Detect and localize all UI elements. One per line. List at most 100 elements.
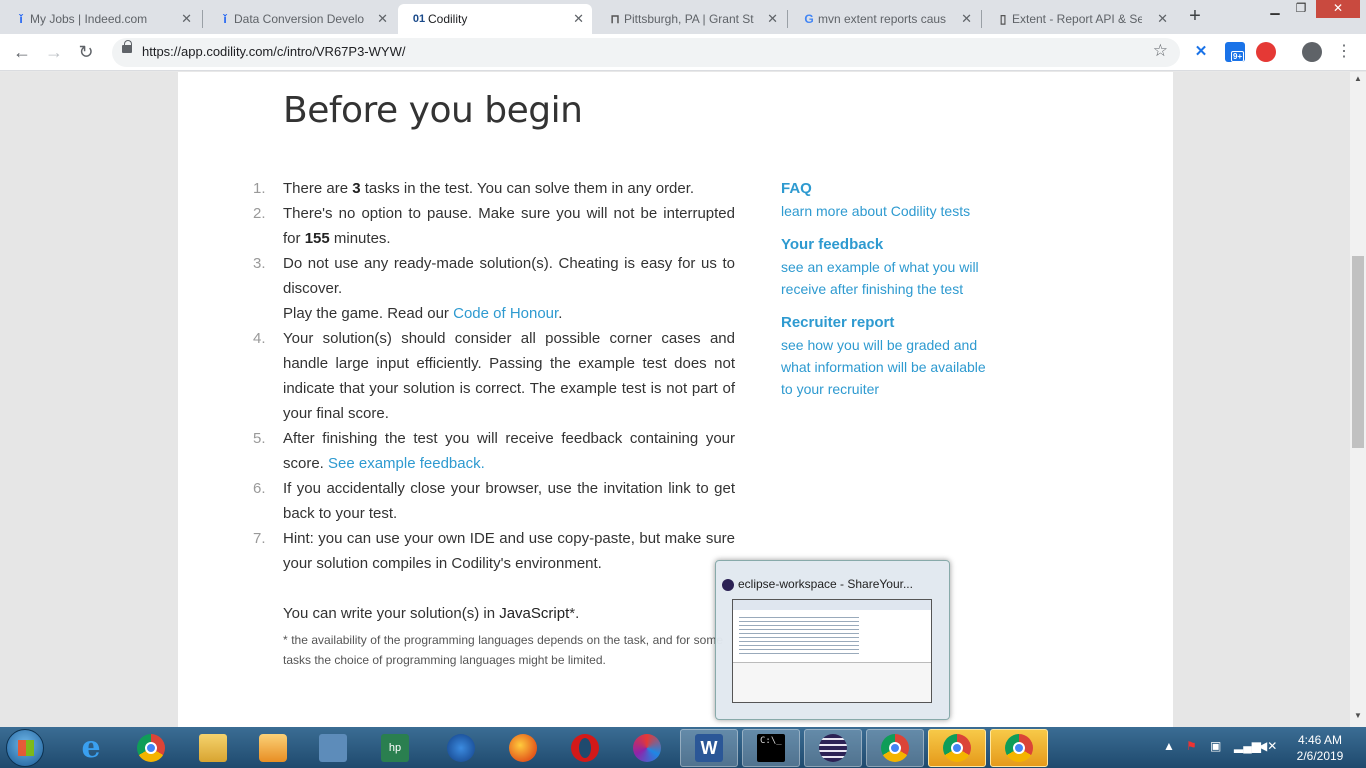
feedback-section[interactable]: Your feedback see an example of what you…: [781, 234, 996, 300]
feedback-description[interactable]: see an example of what you will receive …: [781, 256, 996, 300]
taskbar-firefox[interactable]: [494, 729, 552, 767]
indeed-icon: ǐ: [223, 12, 227, 26]
close-icon[interactable]: ✕: [181, 11, 192, 27]
scroll-down-arrow-icon[interactable]: ▼: [1350, 711, 1366, 725]
list-item: 7. Hint: you can use your own IDE and us…: [253, 530, 735, 572]
tab-data-conversion[interactable]: ǐ Data Conversion Develo ✕: [204, 4, 396, 34]
system-clock[interactable]: 4:46 AM 2/6/2019: [1284, 732, 1356, 764]
taskbar-ie[interactable]: e: [62, 729, 120, 767]
close-icon[interactable]: ✕: [767, 11, 778, 27]
chrome-icon: [943, 734, 971, 762]
tab-codility[interactable]: 01 Codility ✕: [398, 4, 592, 34]
scroll-up-arrow-icon[interactable]: ▲: [1350, 74, 1366, 88]
language-name: JavaScript: [499, 605, 570, 622]
codility-icon: 01: [412, 13, 426, 25]
page-title: Before you begin: [283, 90, 583, 131]
reload-button[interactable]: ↻: [74, 41, 98, 65]
eclipse-icon: [819, 734, 847, 762]
recruiter-report-link[interactable]: Recruiter report: [781, 312, 996, 334]
action-center-flag-icon[interactable]: ⚑: [1186, 739, 1197, 753]
command-prompt-icon: C:\_: [757, 734, 785, 762]
tab-my-jobs[interactable]: ǐ My Jobs | Indeed.com ✕: [0, 4, 200, 34]
extension-badge: 9+: [1231, 51, 1245, 62]
close-icon[interactable]: ✕: [1157, 11, 1168, 27]
app-icon: [319, 734, 347, 762]
hp-icon: hp: [381, 734, 409, 762]
extension-s-icon[interactable]: 9+: [1225, 42, 1245, 62]
recruiter-section[interactable]: Recruiter report see how you will be gra…: [781, 312, 996, 400]
scrollbar-thumb[interactable]: [1352, 256, 1364, 448]
close-icon[interactable]: ✕: [573, 11, 584, 27]
extension-red-icon[interactable]: [1256, 42, 1276, 62]
tab-pittsburgh[interactable]: ⊓ Pittsburgh, PA | Grant St ✕: [594, 4, 786, 34]
new-tab-button[interactable]: +: [1182, 5, 1208, 29]
taskbar-hp[interactable]: hp: [366, 729, 424, 767]
taskbar-chrome-active[interactable]: [990, 729, 1048, 767]
eclipse-icon: [722, 579, 734, 591]
taskbar-media[interactable]: [244, 729, 302, 767]
clock-time: 4:46 AM: [1297, 733, 1343, 747]
google-icon: G: [804, 12, 814, 26]
show-hidden-icons[interactable]: ▲: [1163, 739, 1175, 753]
your-feedback-link[interactable]: Your feedback: [781, 234, 996, 256]
device-icon[interactable]: ▣: [1210, 739, 1221, 753]
extension-x-icon[interactable]: ✕: [1191, 42, 1211, 62]
list-item: 6. If you accidentally close your browse…: [253, 480, 735, 522]
browser-toolbar: ← → ↻ https://app.codility.com/c/intro/V…: [0, 34, 1366, 71]
language-info: You can write your solution(s) in JavaSc…: [283, 605, 580, 622]
example-feedback-link[interactable]: See example feedback.: [328, 455, 485, 472]
profile-icon[interactable]: [1302, 42, 1322, 62]
network-icon[interactable]: ▂▄▆: [1234, 739, 1261, 753]
forward-button[interactable]: →: [42, 41, 66, 65]
word-icon: W: [695, 734, 723, 762]
close-icon[interactable]: ✕: [377, 11, 388, 27]
close-window-button[interactable]: ✕: [1316, 0, 1360, 18]
language-footnote: * the availability of the programming la…: [283, 633, 723, 667]
taskbar-chrome[interactable]: [122, 729, 180, 767]
page-scrollbar[interactable]: ▲ ▼: [1350, 72, 1366, 727]
close-icon[interactable]: ✕: [961, 11, 972, 27]
preview-thumbnail[interactable]: [732, 599, 932, 703]
taskbar-blue-app[interactable]: [432, 729, 490, 767]
taskbar-chrome-3[interactable]: [928, 729, 986, 767]
document-icon: ▯: [999, 12, 1007, 26]
taskbar-word[interactable]: W: [680, 729, 738, 767]
faq-description[interactable]: learn more about Codility tests: [781, 200, 996, 222]
taskbar-cmd[interactable]: C:\_: [742, 729, 800, 767]
taskbar-opera[interactable]: [556, 729, 614, 767]
start-button[interactable]: [6, 729, 44, 767]
task-count: 3: [352, 180, 361, 197]
tab-google-search[interactable]: G mvn extent reports caus ✕: [788, 4, 980, 34]
indeed-icon: ǐ: [19, 12, 23, 26]
code-of-honour-link[interactable]: Code of Honour: [453, 305, 558, 322]
faq-section[interactable]: FAQ learn more about Codility tests: [781, 178, 996, 222]
taskbar-window-preview[interactable]: eclipse-workspace - ShareYour...: [715, 560, 950, 720]
tab-title: Extent - Report API & Se: [1012, 12, 1142, 26]
folder-icon: [199, 734, 227, 762]
chrome-icon: [881, 734, 909, 762]
taskbar-eclipse[interactable]: [804, 729, 862, 767]
back-button[interactable]: ←: [10, 41, 34, 65]
recruiter-description[interactable]: see how you will be graded and what info…: [781, 334, 996, 400]
taskbar-explorer[interactable]: [184, 729, 242, 767]
chrome-icon: [1005, 734, 1033, 762]
address-bar[interactable]: https://app.codility.com/c/intro/VR67P3-…: [112, 38, 1180, 67]
tab-strip: ǐ My Jobs | Indeed.com ✕ ǐ Data Conversi…: [0, 0, 1366, 34]
taskbar-app[interactable]: [304, 729, 362, 767]
volume-icon[interactable]: ◀✕: [1258, 739, 1277, 753]
tab-title: Data Conversion Develo: [234, 12, 364, 26]
tab-extent[interactable]: ▯ Extent - Report API & Se ✕: [982, 4, 1176, 34]
bookmark-star-icon[interactable]: ☆: [1153, 41, 1168, 61]
intro-card: Before you begin 1. There are 3 tasks in…: [178, 72, 1173, 727]
help-sidebar: FAQ learn more about Codility tests Your…: [781, 178, 996, 412]
blue-app-icon: [447, 734, 475, 762]
menu-icon[interactable]: ⋮: [1332, 41, 1356, 65]
windows-taskbar: e hp W C:\_ ▲ ⚑ ▣ ▂▄▆ ◀✕ 4:46 AM 2/6/201…: [0, 727, 1366, 768]
restore-button[interactable]: ❐: [1288, 0, 1314, 18]
chrome-icon: [137, 734, 165, 762]
swirl-app-icon: [633, 734, 661, 762]
taskbar-chrome-2[interactable]: [866, 729, 924, 767]
taskbar-swirl-app[interactable]: [618, 729, 676, 767]
faq-link[interactable]: FAQ: [781, 178, 996, 200]
minimize-button[interactable]: ▁: [1262, 0, 1288, 18]
